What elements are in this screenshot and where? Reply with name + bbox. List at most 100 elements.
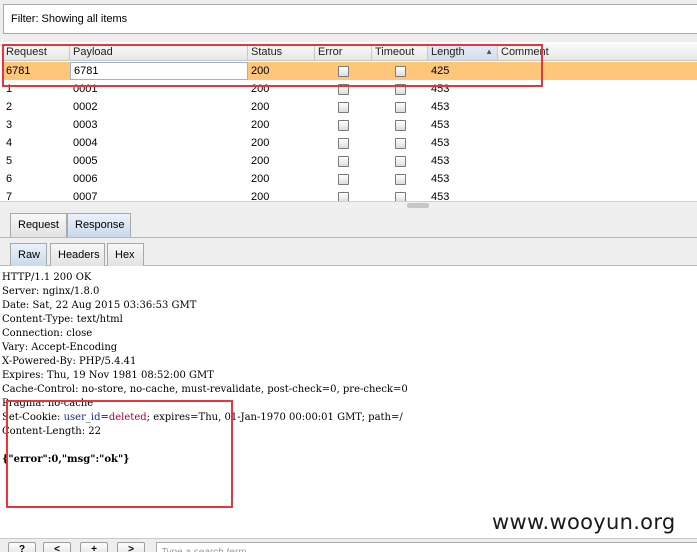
cell-payload: 0001 <box>73 83 98 95</box>
cookie-attributes: ; expires=Thu, 01-Jan-1970 00:00:01 GMT;… <box>146 412 403 423</box>
column-header-error[interactable]: Error <box>315 44 372 61</box>
column-header-timeout[interactable]: Timeout <box>372 44 428 61</box>
timeout-checkbox[interactable] <box>395 102 406 113</box>
cell-length: 453 <box>431 137 450 149</box>
watermark: www.wooyun.org <box>492 510 676 534</box>
cell-payload: 0007 <box>73 191 98 202</box>
header-line: Content-Type: text/html <box>2 314 123 325</box>
table-row[interactable]: 6781 6781 200 425 <box>3 62 697 80</box>
error-checkbox[interactable] <box>338 120 349 131</box>
response-body[interactable]: HTTP/1.1 200 OK Server: nginx/1.8.0 Date… <box>0 266 697 538</box>
timeout-checkbox[interactable] <box>395 174 406 185</box>
table-row[interactable]: 2 0002 200 453 <box>3 98 697 116</box>
filter-box[interactable]: Filter: Showing all items <box>3 4 697 34</box>
table-row[interactable]: 7 0007 200 453 <box>3 188 697 202</box>
json-body: {"error":0,"msg":"ok"} <box>2 454 130 465</box>
column-header-comment[interactable]: Comment <box>498 44 697 61</box>
cell-error <box>315 188 372 202</box>
timeout-checkbox[interactable] <box>395 156 406 167</box>
header-line: Content-Length: 22 <box>2 426 102 437</box>
table-row[interactable]: 1 0001 200 453 <box>3 80 697 98</box>
table-body: 6781 6781 200 425 1 0001 200 453 2 0002 … <box>3 62 697 202</box>
cell-timeout <box>372 188 428 202</box>
tab-headers[interactable]: Headers <box>50 243 105 266</box>
table-row[interactable]: 3 0003 200 453 <box>3 116 697 134</box>
cell-request: 2 <box>6 101 13 113</box>
cell-comment <box>498 134 697 152</box>
cell-timeout <box>372 134 428 152</box>
filter-bar: Filter: Showing all items <box>0 0 697 42</box>
cookie-name: user_id <box>63 412 101 423</box>
cell-status: 200 <box>251 155 270 167</box>
timeout-checkbox[interactable] <box>395 138 406 149</box>
timeout-checkbox[interactable] <box>395 84 406 95</box>
cell-request: 3 <box>6 119 13 131</box>
tab-response[interactable]: Response <box>67 213 131 237</box>
error-checkbox[interactable] <box>338 102 349 113</box>
cell-error <box>315 134 372 152</box>
cell-length: 453 <box>431 155 450 167</box>
add-button[interactable]: + <box>80 542 108 552</box>
cell-timeout <box>372 62 428 80</box>
table-row[interactable]: 6 0006 200 453 <box>3 170 697 188</box>
cell-comment <box>498 152 697 170</box>
horizontal-scrollbar[interactable] <box>0 201 697 208</box>
cell-status: 200 <box>251 173 270 185</box>
cell-error <box>315 116 372 134</box>
cell-status: 200 <box>251 65 270 77</box>
cell-payload-editor[interactable]: 6781 <box>70 62 248 80</box>
cell-length: 453 <box>431 119 450 131</box>
next-button[interactable]: > <box>117 542 145 552</box>
cookie-value: deleted <box>108 412 147 423</box>
cell-comment <box>498 98 697 116</box>
timeout-checkbox[interactable] <box>395 66 406 77</box>
tab-raw[interactable]: Raw <box>10 243 47 266</box>
cell-request: 4 <box>6 137 13 149</box>
cell-status: 200 <box>251 191 270 202</box>
header-line: Pragma: no-cache <box>2 398 94 409</box>
bottom-toolbar: ? < + > <box>0 538 697 552</box>
error-checkbox[interactable] <box>338 84 349 95</box>
status-line: HTTP/1.1 200 OK <box>2 272 92 283</box>
help-button[interactable]: ? <box>8 542 36 552</box>
table-row[interactable]: 4 0004 200 453 <box>3 134 697 152</box>
cell-status: 200 <box>251 119 270 131</box>
cell-timeout <box>372 170 428 188</box>
column-header-request[interactable]: Request <box>3 44 70 61</box>
cell-error <box>315 98 372 116</box>
message-tabs: Request Response <box>0 208 697 238</box>
column-header-status[interactable]: Status <box>248 44 315 61</box>
cell-payload: 0005 <box>73 155 98 167</box>
cell-comment <box>498 62 697 80</box>
cookie-equals: = <box>100 412 109 423</box>
cell-error <box>315 152 372 170</box>
header-line: Connection: close <box>2 328 93 339</box>
error-checkbox[interactable] <box>338 138 349 149</box>
cell-comment <box>498 116 697 134</box>
error-checkbox[interactable] <box>338 66 349 77</box>
error-checkbox[interactable] <box>338 174 349 185</box>
timeout-checkbox[interactable] <box>395 120 406 131</box>
error-checkbox[interactable] <box>338 156 349 167</box>
header-line: X-Powered-By: PHP/5.4.41 <box>2 356 137 367</box>
tab-hex[interactable]: Hex <box>107 243 144 266</box>
cell-length: 425 <box>431 65 450 77</box>
cell-comment <box>498 170 697 188</box>
search-input[interactable] <box>156 542 697 552</box>
header-line: Expires: Thu, 19 Nov 1981 08:52:00 GMT <box>2 370 214 381</box>
header-line: Date: Sat, 22 Aug 2015 03:36:53 GMT <box>2 300 197 311</box>
cell-timeout <box>372 152 428 170</box>
column-header-payload[interactable]: Payload <box>70 44 248 61</box>
column-header-length[interactable]: Length ▲ <box>428 44 498 61</box>
cell-timeout <box>372 98 428 116</box>
cell-request: 6 <box>6 173 13 185</box>
tab-request[interactable]: Request <box>10 213 67 237</box>
cell-status: 200 <box>251 137 270 149</box>
cell-status: 200 <box>251 83 270 95</box>
table-row[interactable]: 5 0005 200 453 <box>3 152 697 170</box>
previous-button[interactable]: < <box>43 542 71 552</box>
cell-payload: 0006 <box>73 173 98 185</box>
cell-length: 453 <box>431 173 450 185</box>
cell-payload: 0003 <box>73 119 98 131</box>
